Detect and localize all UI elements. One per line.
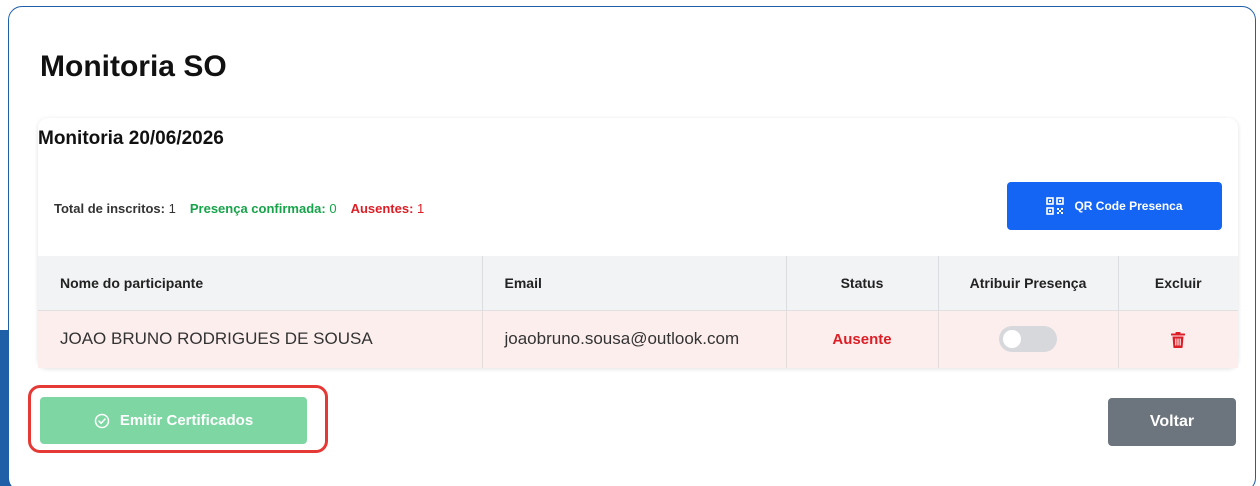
- presence-toggle[interactable]: [999, 326, 1057, 353]
- table-header-row: Nome do participante Email Status Atribu…: [38, 256, 1238, 310]
- page-title: Monitoria SO: [40, 50, 227, 83]
- attendance-stats: Total de inscritos: 1 Presença confirmad…: [54, 201, 424, 216]
- qr-button-label: QR Code Presenca: [1074, 199, 1183, 213]
- header-name: Nome do participante: [38, 256, 483, 310]
- total-enrolled: Total de inscritos: 1: [54, 201, 176, 216]
- session-title: Monitoria 20/06/2026: [38, 128, 224, 149]
- check-circle-icon: [94, 413, 110, 428]
- participants-table: Nome do participante Email Status Atribu…: [38, 256, 1238, 368]
- table-row: JOAO BRUNO RODRIGUES DE SOUSA joaobruno.…: [38, 309, 1238, 368]
- absent-count: Ausentes: 1: [350, 201, 425, 216]
- back-button[interactable]: Voltar: [1108, 398, 1236, 446]
- participant-name: JOAO BRUNO RODRIGUES DE SOUSA: [38, 309, 483, 368]
- header-status: Status: [786, 256, 939, 310]
- header-email: Email: [482, 256, 787, 310]
- delete-cell: [1118, 309, 1238, 368]
- emit-certificates-label: Emitir Certificados: [119, 412, 254, 429]
- status-badge: Ausente: [832, 331, 892, 349]
- emit-certificates-button[interactable]: Emitir Certificados: [40, 397, 307, 444]
- toggle-knob: [1003, 330, 1021, 349]
- status-cell: Ausente: [786, 309, 939, 368]
- header-assign-presence: Atribuir Presença: [938, 256, 1119, 310]
- qr-code-presence-button[interactable]: QR Code Presenca: [1007, 182, 1222, 230]
- presence-toggle-cell: [938, 309, 1119, 368]
- header-delete: Excluir: [1154, 274, 1202, 291]
- participant-email: joaobruno.sousa@outlook.com: [482, 309, 787, 368]
- confirmed-presence: Presença confirmada: 0: [189, 201, 337, 216]
- trash-icon[interactable]: [1171, 331, 1186, 348]
- qr-code-icon: [1046, 197, 1065, 215]
